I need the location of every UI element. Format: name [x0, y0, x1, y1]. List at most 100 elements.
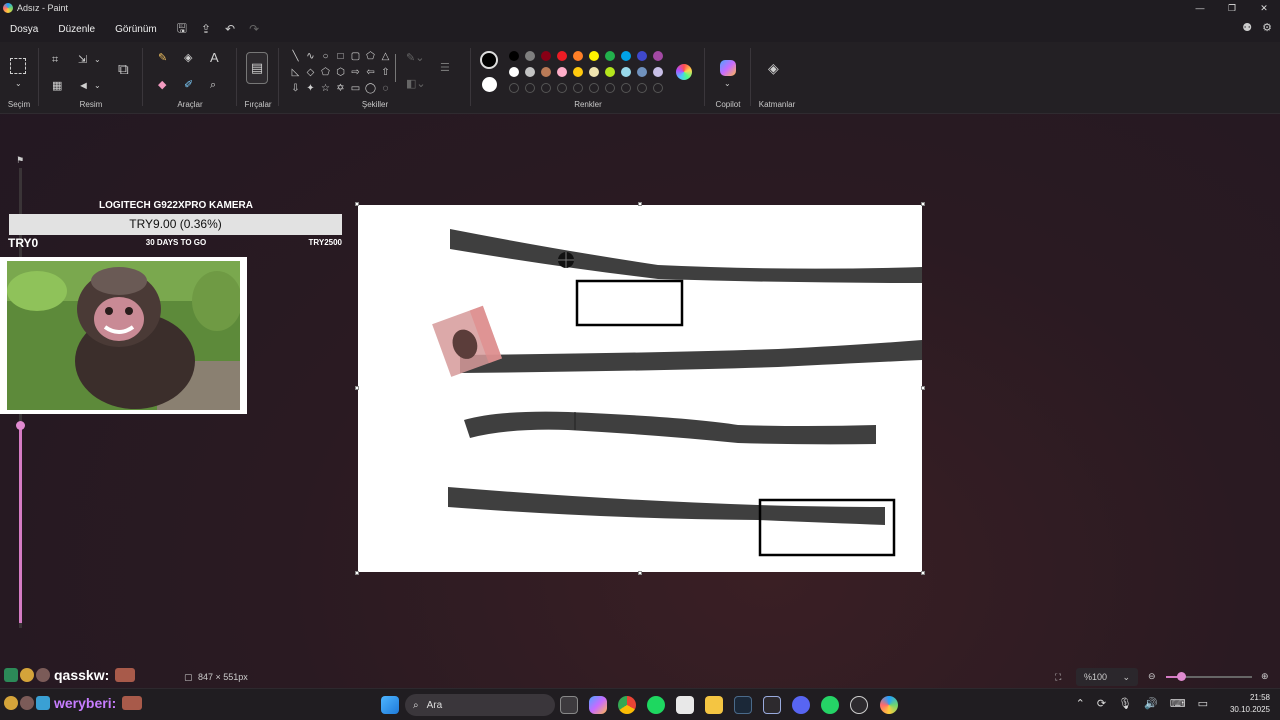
zoom-in-icon[interactable]: ⊕ [1261, 671, 1269, 682]
custom-color-slot[interactable] [525, 83, 535, 93]
left-arrow-shape-icon[interactable]: ⇦ [363, 66, 378, 80]
app-icon[interactable] [763, 696, 781, 714]
account-icon[interactable]: ⚉ [1242, 21, 1252, 34]
menu-file[interactable]: Dosya [0, 24, 48, 35]
diamond-shape-icon[interactable]: ◇ [303, 66, 318, 80]
color-swatch[interactable] [557, 51, 567, 61]
custom-color-slot[interactable] [541, 83, 551, 93]
spotify-icon[interactable] [647, 696, 665, 714]
pentagon-shape-icon[interactable]: ⬠ [318, 66, 333, 80]
redo-icon[interactable]: ↷ [249, 22, 259, 36]
custom-color-slot[interactable] [509, 83, 519, 93]
brush-icon[interactable]: ▤ [246, 52, 268, 84]
fill-icon[interactable]: ◈ [184, 52, 192, 64]
shapes-scrollbar[interactable] [395, 54, 396, 82]
color-swatch[interactable] [637, 51, 647, 61]
zoom-select[interactable]: %100 ⌄ [1076, 668, 1138, 686]
zoom-out-icon[interactable]: ⊖ [1148, 671, 1156, 682]
undo-icon[interactable]: ↶ [225, 22, 235, 36]
four-point-star-icon[interactable]: ✦ [303, 82, 318, 96]
resize-handle-bl[interactable] [355, 571, 359, 575]
share-icon[interactable]: ⇪ [201, 22, 211, 36]
five-point-star-icon[interactable]: ☆ [318, 82, 333, 96]
layers-icon[interactable]: ◈ [768, 61, 779, 75]
resize-handle-br[interactable] [921, 571, 925, 575]
sync-icon[interactable]: ⟳ [1097, 697, 1106, 710]
network-icon[interactable]: ⌨ [1170, 697, 1186, 710]
battery-icon[interactable]: ▭ [1198, 697, 1208, 710]
whatsapp-icon[interactable] [821, 696, 839, 714]
hexagon-shape-icon[interactable]: ⬡ [333, 66, 348, 80]
down-arrow-shape-icon[interactable]: ⇩ [288, 82, 303, 96]
six-point-star-icon[interactable]: ✡ [333, 82, 348, 96]
image-creator-icon[interactable]: ⧉ [118, 62, 129, 77]
volume-icon[interactable]: 🔊 [1144, 697, 1158, 710]
pencil-icon[interactable]: ✎ [158, 52, 167, 64]
triangle-shape-icon[interactable]: △ [378, 50, 393, 64]
resize-handle-top[interactable] [638, 202, 642, 206]
custom-color-slot[interactable] [573, 83, 583, 93]
chevron-down-icon[interactable]: ⌄ [94, 54, 101, 66]
color-swatch[interactable] [541, 67, 551, 77]
color-swatch[interactable] [621, 51, 631, 61]
selection-icon[interactable] [10, 58, 26, 74]
color-swatch[interactable] [621, 67, 631, 77]
rect-callout-icon[interactable]: ▭ [348, 82, 363, 96]
crop-icon[interactable]: ⌗ [52, 54, 58, 66]
color-swatch[interactable] [589, 67, 599, 77]
oval-shape-icon[interactable]: ○ [318, 50, 333, 64]
save-icon[interactable]: 🖫 [177, 19, 187, 40]
oval-callout-icon[interactable]: ◯ [363, 82, 378, 96]
curve-shape-icon[interactable]: ∿ [303, 50, 318, 64]
resize-handle-left[interactable] [355, 386, 359, 390]
color-swatch[interactable] [589, 51, 599, 61]
custom-color-slot[interactable] [621, 83, 631, 93]
steam-icon[interactable] [734, 696, 752, 714]
minimize-button[interactable]: — [1184, 0, 1216, 16]
fill-style-icon[interactable]: ◧⌄ [406, 78, 426, 90]
edit-colors-icon[interactable] [676, 64, 692, 80]
polygon-shape-icon[interactable]: ⬠ [363, 50, 378, 64]
chevron-up-icon[interactable]: ⌃ [1076, 697, 1085, 710]
custom-color-slot[interactable] [605, 83, 615, 93]
resize-handle-tr[interactable] [921, 202, 925, 206]
taskbar-search[interactable]: ⌕ Ara [405, 694, 555, 716]
drawing-canvas[interactable] [358, 205, 922, 572]
color-swatch[interactable] [525, 51, 535, 61]
rectangle-shape-icon[interactable]: □ [333, 50, 348, 64]
copilot-icon[interactable] [720, 60, 736, 76]
obs-icon[interactable] [850, 696, 868, 714]
custom-color-slot[interactable] [637, 83, 647, 93]
up-arrow-shape-icon[interactable]: ⇧ [378, 66, 393, 80]
microphone-icon[interactable]: 🎙 [1118, 697, 1132, 710]
color-swatch[interactable] [605, 51, 615, 61]
custom-color-slot[interactable] [653, 83, 663, 93]
settings-icon[interactable]: ⚙ [1262, 21, 1272, 34]
right-triangle-shape-icon[interactable]: ◺ [288, 66, 303, 80]
text-icon[interactable]: A [210, 51, 219, 64]
discord-icon[interactable] [792, 696, 810, 714]
outline-icon[interactable]: ✎⌄ [406, 52, 424, 64]
clock[interactable]: 21:58 30.10.2025 [1230, 692, 1270, 716]
copilot-taskbar-icon[interactable] [589, 696, 607, 714]
notepad-icon[interactable] [676, 696, 694, 714]
maximize-button[interactable]: ❐ [1216, 0, 1248, 16]
line-shape-icon[interactable]: ╲ [288, 50, 303, 64]
cloud-callout-icon[interactable]: ◌ [378, 82, 393, 96]
color-swatch[interactable] [637, 67, 647, 77]
color-swatch[interactable] [653, 67, 663, 77]
chevron-down-icon[interactable]: ⌄ [94, 80, 101, 92]
custom-color-slot[interactable] [557, 83, 567, 93]
menu-edit[interactable]: Düzenle [48, 24, 105, 35]
custom-color-slot[interactable] [589, 83, 599, 93]
zoom-slider-thumb[interactable] [1177, 672, 1186, 681]
color-swatch[interactable] [573, 51, 583, 61]
resize-icon[interactable]: ⇲ [78, 54, 87, 66]
eraser-icon[interactable]: ◆ [158, 79, 166, 91]
color-swatch[interactable] [573, 67, 583, 77]
magnifier-icon[interactable]: ⌕ [210, 79, 216, 91]
secondary-color-swatch[interactable] [482, 77, 497, 92]
paint-taskbar-icon[interactable] [880, 696, 898, 714]
chevron-down-icon[interactable]: ⌄ [724, 78, 731, 90]
vertical-slider-thumb[interactable] [16, 421, 25, 430]
